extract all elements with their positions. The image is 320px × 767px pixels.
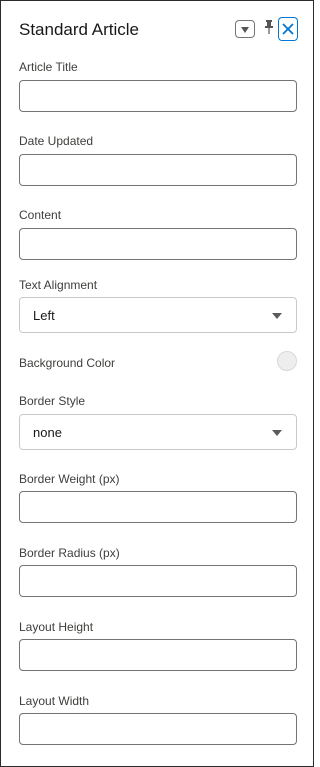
background-color-swatch[interactable] bbox=[277, 351, 297, 371]
article-title-input[interactable] bbox=[19, 80, 297, 112]
close-button[interactable] bbox=[278, 17, 298, 41]
layout-height-label: Layout Height bbox=[19, 620, 94, 634]
article-title-field: Article Title bbox=[19, 60, 297, 112]
content-label: Content bbox=[19, 208, 62, 222]
text-alignment-select[interactable]: Left bbox=[19, 297, 297, 333]
background-color-label: Background Color bbox=[19, 356, 116, 370]
border-style-select[interactable]: none bbox=[19, 414, 297, 450]
chevron-down-icon bbox=[241, 27, 249, 33]
close-icon bbox=[282, 23, 294, 35]
pin-icon bbox=[265, 20, 273, 34]
layout-width-input[interactable] bbox=[19, 713, 297, 745]
border-style-field: Border Style none bbox=[19, 394, 297, 450]
date-updated-input[interactable] bbox=[19, 154, 297, 186]
layout-height-field: Layout Height bbox=[19, 620, 297, 671]
chevron-down-icon bbox=[272, 430, 282, 436]
content-input[interactable] bbox=[19, 228, 297, 260]
border-weight-input[interactable] bbox=[19, 491, 297, 523]
panel-header: Standard Article bbox=[1, 1, 313, 53]
border-weight-field: Border Weight (px) bbox=[19, 472, 297, 523]
border-radius-field: Border Radius (px) bbox=[19, 546, 297, 597]
panel-title: Standard Article bbox=[19, 20, 140, 39]
layout-width-field: Layout Width bbox=[19, 694, 297, 745]
border-radius-input[interactable] bbox=[19, 565, 297, 597]
text-alignment-label: Text Alignment bbox=[19, 278, 98, 292]
content-field: Content bbox=[19, 208, 297, 260]
date-updated-field: Date Updated bbox=[19, 134, 297, 186]
article-title-label: Article Title bbox=[19, 60, 78, 74]
date-updated-label: Date Updated bbox=[19, 134, 94, 148]
panel-menu-button[interactable] bbox=[235, 20, 255, 38]
text-alignment-field: Text Alignment Left bbox=[19, 278, 297, 333]
layout-height-input[interactable] bbox=[19, 639, 297, 671]
pin-button[interactable] bbox=[262, 20, 276, 38]
background-color-field: Background Color bbox=[19, 351, 297, 371]
border-weight-label: Border Weight (px) bbox=[19, 472, 120, 486]
properties-panel: Standard Article Article Title Date Upda… bbox=[0, 0, 314, 767]
chevron-down-icon bbox=[272, 313, 282, 319]
layout-width-label: Layout Width bbox=[19, 694, 90, 708]
text-alignment-value: Left bbox=[33, 308, 55, 323]
border-style-label: Border Style bbox=[19, 394, 86, 408]
border-radius-label: Border Radius (px) bbox=[19, 546, 120, 560]
border-style-value: none bbox=[33, 425, 62, 440]
